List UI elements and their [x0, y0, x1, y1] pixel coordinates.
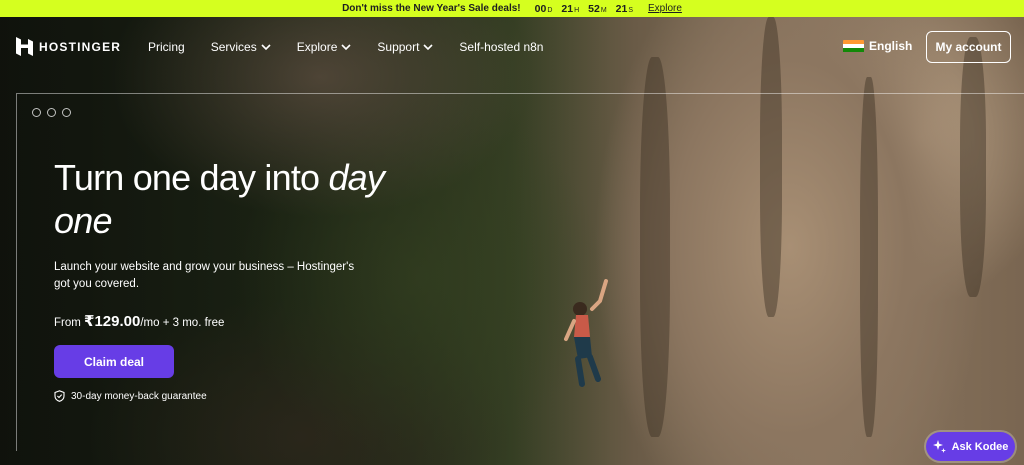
chevron-down-icon: [341, 43, 351, 50]
countdown-seconds: 21 S: [615, 2, 634, 15]
promo-banner: Don't miss the New Year's Sale deals! 00…: [0, 0, 1024, 17]
dot-icon: [62, 108, 71, 117]
price-value: ₹129.00: [84, 313, 141, 330]
language-label: English: [869, 39, 913, 53]
sparkle-icon: [932, 440, 946, 453]
shield-check-icon: [54, 390, 65, 402]
site-header: HOSTINGER Pricing Services Explore Suppo…: [0, 17, 1024, 77]
ask-kodee-button[interactable]: Ask Kodee: [926, 432, 1015, 461]
hostinger-logo[interactable]: HOSTINGER: [16, 37, 121, 56]
hero-headline: Turn one day into day one: [54, 157, 385, 241]
dot-icon: [47, 108, 56, 117]
chevron-down-icon: [423, 43, 433, 50]
countdown-minutes: 52 M: [588, 2, 607, 15]
promo-message: Don't miss the New Year's Sale deals!: [342, 3, 521, 14]
india-flag-icon: [843, 39, 864, 53]
nav-pricing[interactable]: Pricing: [148, 40, 185, 54]
language-selector[interactable]: English: [843, 39, 912, 53]
dot-icon: [32, 108, 41, 117]
nav-services[interactable]: Services: [211, 40, 271, 54]
countdown-days: 00 D: [534, 2, 553, 15]
hostinger-logo-icon: [16, 37, 33, 56]
guarantee-note: 30-day money-back guarantee: [54, 390, 207, 402]
chevron-down-icon: [261, 43, 271, 50]
hero-subtitle: Launch your website and grow your busine…: [54, 261, 355, 290]
window-dots: [32, 108, 71, 117]
price-line: From ₹129.00/mo + 3 mo. free: [54, 313, 225, 330]
claim-deal-button[interactable]: Claim deal: [54, 345, 174, 378]
countdown-hours: 21 H: [561, 2, 580, 15]
promo-explore-link[interactable]: Explore: [648, 3, 682, 14]
nav-support[interactable]: Support: [377, 40, 433, 54]
nav-explore[interactable]: Explore: [297, 40, 352, 54]
my-account-button[interactable]: My account: [926, 31, 1011, 63]
guarantee-text: 30-day money-back guarantee: [71, 390, 207, 402]
logo-text: HOSTINGER: [39, 39, 122, 54]
main-nav: Pricing Services Explore Support Self-ho…: [148, 40, 569, 54]
nav-self-hosted-n8n[interactable]: Self-hosted n8n: [459, 40, 543, 54]
